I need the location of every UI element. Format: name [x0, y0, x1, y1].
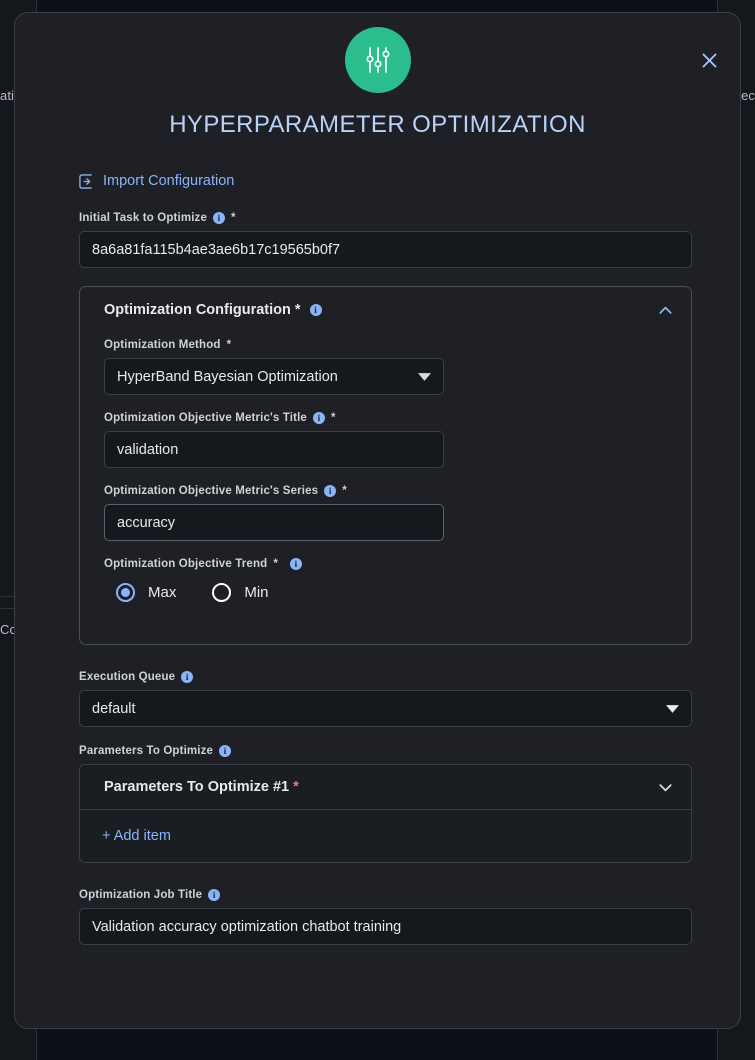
required-marker: * [231, 212, 236, 224]
parameters-to-optimize-field: Parameters To Optimize i Parameters To O… [79, 745, 692, 863]
optimization-configuration-content: Optimization Method* Optimizat [80, 333, 691, 644]
parameters-to-optimize-label-text: Parameters To Optimize [79, 745, 213, 757]
metric-title-label-text: Optimization Objective Metric's Title [104, 412, 307, 424]
metric-title-label: Optimization Objective Metric's Title i … [104, 412, 667, 424]
objective-trend-label: Optimization Objective Trend * i [104, 558, 667, 570]
metric-series-label: Optimization Objective Metric's Series i… [104, 485, 667, 497]
objective-trend-max-label: Max [148, 584, 176, 601]
chevron-down-icon[interactable] [657, 779, 674, 796]
objective-trend-radio-max[interactable]: Max [116, 583, 176, 602]
optimization-method-label-text: Optimization Method [104, 339, 221, 351]
sliders-icon [345, 27, 411, 93]
optimization-job-title-label-text: Optimization Job Title [79, 889, 202, 901]
info-icon[interactable]: i [290, 558, 302, 570]
info-icon[interactable]: i [181, 671, 193, 683]
optimization-configuration-header[interactable]: Optimization Configuration * i [80, 287, 691, 333]
initial-task-field: Initial Task to Optimize i * [79, 212, 692, 268]
required-marker: * [293, 779, 299, 795]
metric-title-field: Optimization Objective Metric's Title i … [104, 412, 667, 468]
execution-queue-select-wrap [79, 690, 692, 727]
info-icon[interactable]: i [324, 485, 336, 497]
optimization-method-select[interactable] [104, 358, 444, 395]
dialog-header: HYPERPARAMETER OPTIMIZATION [15, 13, 740, 139]
optimization-method-field: Optimization Method * [104, 339, 667, 395]
import-configuration-label: Import Configuration [103, 173, 234, 189]
metric-title-input[interactable] [104, 431, 444, 468]
execution-queue-select[interactable] [79, 690, 692, 727]
optimization-configuration-panel: Optimization Configuration * i Optimizat… [79, 286, 692, 645]
radio-selected-icon [116, 583, 135, 602]
objective-trend-label-text: Optimization Objective Trend [104, 558, 267, 570]
optimization-configuration-title-text: Optimization Configuration [104, 302, 291, 318]
optimization-configuration-title: Optimization Configuration * [104, 302, 301, 318]
required-marker: * [227, 339, 232, 351]
dialog-body: Import Configuration Initial Task to Opt… [15, 139, 740, 945]
optimization-method-label: Optimization Method * [104, 339, 667, 351]
hyperparameter-optimization-dialog: HYPERPARAMETER OPTIMIZATION Import Confi… [14, 12, 741, 1029]
info-icon[interactable]: i [208, 889, 220, 901]
import-icon [79, 174, 94, 189]
parameters-to-optimize-label: Parameters To Optimize i [79, 745, 692, 757]
required-marker: * [331, 412, 336, 424]
initial-task-input[interactable] [79, 231, 692, 268]
objective-trend-field: Optimization Objective Trend * i Max Min [104, 558, 667, 602]
metric-series-label-text: Optimization Objective Metric's Series [104, 485, 318, 497]
objective-trend-radio-group: Max Min [104, 583, 667, 602]
optimization-method-select-wrap [104, 358, 444, 395]
optimization-job-title-field: Optimization Job Title i [79, 889, 692, 945]
required-marker: * [273, 558, 278, 570]
add-item-button[interactable]: + Add item [102, 828, 171, 844]
parameters-to-optimize-list: Parameters To Optimize #1* + Add item [79, 764, 692, 863]
parameter-item-title-text: Parameters To Optimize #1 [104, 779, 289, 795]
close-icon[interactable] [692, 43, 726, 77]
parameter-item-title: Parameters To Optimize #1* [104, 779, 299, 795]
info-icon[interactable]: i [313, 412, 325, 424]
metric-series-input[interactable] [104, 504, 444, 541]
execution-queue-label-text: Execution Queue [79, 671, 175, 683]
import-configuration-button[interactable]: Import Configuration [79, 173, 692, 189]
required-marker: * [295, 302, 301, 318]
required-marker: * [342, 485, 347, 497]
background-text-fragment: ec [741, 88, 755, 103]
add-item-row: + Add item [80, 810, 691, 862]
execution-queue-field: Execution Queue i [79, 671, 692, 727]
list-item[interactable]: Parameters To Optimize #1* [80, 765, 691, 810]
initial-task-label-text: Initial Task to Optimize [79, 212, 207, 224]
optimization-job-title-label: Optimization Job Title i [79, 889, 692, 901]
metric-series-field: Optimization Objective Metric's Series i… [104, 485, 667, 541]
page-title: HYPERPARAMETER OPTIMIZATION [169, 111, 586, 139]
optimization-job-title-input[interactable] [79, 908, 692, 945]
objective-trend-min-label: Min [244, 584, 268, 601]
chevron-up-icon[interactable] [657, 302, 674, 319]
radio-unselected-icon [212, 583, 231, 602]
objective-trend-radio-min[interactable]: Min [212, 583, 268, 602]
info-icon[interactable]: i [310, 304, 322, 316]
info-icon[interactable]: i [219, 745, 231, 757]
info-icon[interactable]: i [213, 212, 225, 224]
execution-queue-label: Execution Queue i [79, 671, 692, 683]
initial-task-label: Initial Task to Optimize i * [79, 212, 692, 224]
